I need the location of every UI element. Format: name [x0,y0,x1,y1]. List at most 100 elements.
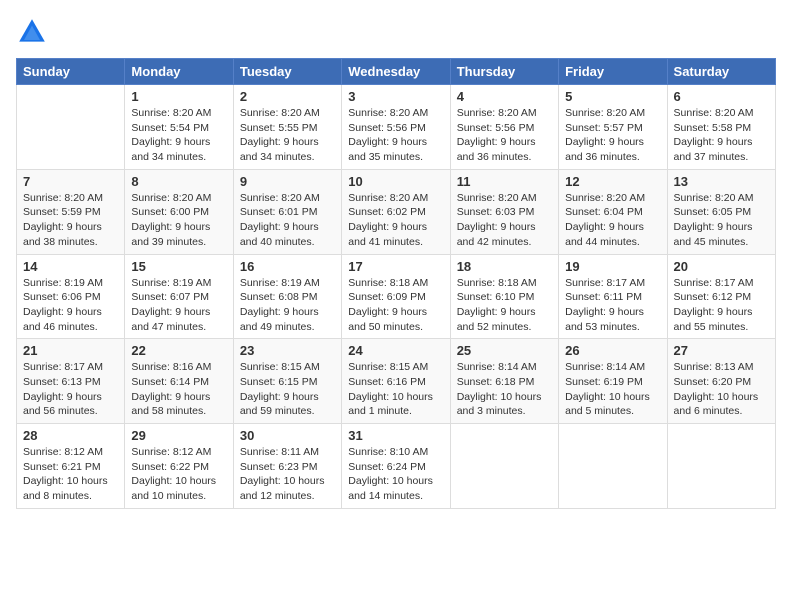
weekday-header-tuesday: Tuesday [233,59,341,85]
day-info: Sunrise: 8:15 AMSunset: 6:16 PMDaylight:… [348,360,443,419]
day-info: Sunrise: 8:20 AMSunset: 6:03 PMDaylight:… [457,191,552,250]
calendar-cell [559,424,667,509]
calendar-cell: 4 Sunrise: 8:20 AMSunset: 5:56 PMDaylight… [450,85,558,170]
day-info: Sunrise: 8:17 AMSunset: 6:11 PMDaylight:… [565,276,660,335]
calendar-cell: 5Sunrise: 8:20 AMSunset: 5:57 PMDaylight… [559,85,667,170]
calendar-table: SundayMondayTuesdayWednesdayThursdayFrid… [16,58,776,509]
day-number: 12 [565,174,660,189]
day-info: Sunrise: 8:19 AMSunset: 6:06 PMDaylight:… [23,276,118,335]
week-row-5: 28 Sunrise: 8:12 AMSunset: 6:21 PMDayligh… [17,424,776,509]
day-info: Sunrise: 8:12 AMSunset: 6:22 PMDaylight:… [131,445,226,504]
day-number: 26 [565,343,660,358]
calendar-cell: 19 Sunrise: 8:17 AMSunset: 6:11 PMDayligh… [559,254,667,339]
calendar-cell [17,85,125,170]
day-info: Sunrise: 8:13 AMSunset: 6:20 PMDaylight:… [674,360,769,419]
day-info: Sunrise: 8:20 AMSunset: 6:04 PMDaylight:… [565,191,660,250]
weekday-header-thursday: Thursday [450,59,558,85]
day-info: Sunrise: 8:20 AMSunset: 5:55 PMDaylight:… [240,106,335,165]
calendar-cell: 3 Sunrise: 8:20 AMSunset: 5:56 PMDaylight… [342,85,450,170]
day-number: 7 [23,174,118,189]
day-info: Sunrise: 8:10 AMSunset: 6:24 PMDaylight:… [348,445,443,504]
day-number: 4 [457,89,552,104]
day-number: 16 [240,259,335,274]
day-number: 24 [348,343,443,358]
calendar-cell: 22Sunrise: 8:16 AMSunset: 6:14 PMDayligh… [125,339,233,424]
calendar-cell: 6Sunrise: 8:20 AMSunset: 5:58 PMDaylight… [667,85,775,170]
day-number: 3 [348,89,443,104]
calendar-cell: 14Sunrise: 8:19 AMSunset: 6:06 PMDayligh… [17,254,125,339]
calendar-cell: 27 Sunrise: 8:13 AMSunset: 6:20 PMDayligh… [667,339,775,424]
calendar-cell: 20 Sunrise: 8:17 AMSunset: 6:12 PMDayligh… [667,254,775,339]
calendar-cell: 24 Sunrise: 8:15 AMSunset: 6:16 PMDayligh… [342,339,450,424]
logo-icon [16,16,48,48]
calendar-cell [667,424,775,509]
calendar-cell: 10Sunrise: 8:20 AMSunset: 6:02 PMDayligh… [342,169,450,254]
calendar-cell: 7 Sunrise: 8:20 AMSunset: 5:59 PMDaylight… [17,169,125,254]
week-row-4: 21 Sunrise: 8:17 AMSunset: 6:13 PMDayligh… [17,339,776,424]
day-info: Sunrise: 8:16 AMSunset: 6:14 PMDaylight:… [131,360,226,419]
day-number: 13 [674,174,769,189]
calendar-cell: 29 Sunrise: 8:12 AMSunset: 6:22 PMDayligh… [125,424,233,509]
day-number: 17 [348,259,443,274]
weekday-header-saturday: Saturday [667,59,775,85]
day-info: Sunrise: 8:20 AMSunset: 5:56 PMDaylight:… [348,106,443,165]
day-number: 23 [240,343,335,358]
day-info: Sunrise: 8:15 AMSunset: 6:15 PMDaylight:… [240,360,335,419]
day-number: 28 [23,428,118,443]
day-info: Sunrise: 8:14 AMSunset: 6:19 PMDaylight:… [565,360,660,419]
day-number: 29 [131,428,226,443]
calendar-cell: 23 Sunrise: 8:15 AMSunset: 6:15 PMDayligh… [233,339,341,424]
day-number: 18 [457,259,552,274]
calendar-cell: 28 Sunrise: 8:12 AMSunset: 6:21 PMDayligh… [17,424,125,509]
logo [16,16,52,48]
calendar-cell: 11 Sunrise: 8:20 AMSunset: 6:03 PMDayligh… [450,169,558,254]
day-number: 8 [131,174,226,189]
week-row-2: 7 Sunrise: 8:20 AMSunset: 5:59 PMDaylight… [17,169,776,254]
calendar-cell: 30 Sunrise: 8:11 AMSunset: 6:23 PMDayligh… [233,424,341,509]
calendar-cell: 8 Sunrise: 8:20 AMSunset: 6:00 PMDaylight… [125,169,233,254]
day-info: Sunrise: 8:11 AMSunset: 6:23 PMDaylight:… [240,445,335,504]
day-number: 31 [348,428,443,443]
calendar-cell: 31 Sunrise: 8:10 AMSunset: 6:24 PMDayligh… [342,424,450,509]
calendar-cell: 18 Sunrise: 8:18 AMSunset: 6:10 PMDayligh… [450,254,558,339]
day-info: Sunrise: 8:18 AMSunset: 6:10 PMDaylight:… [457,276,552,335]
week-row-3: 14Sunrise: 8:19 AMSunset: 6:06 PMDayligh… [17,254,776,339]
week-row-1: 1 Sunrise: 8:20 AMSunset: 5:54 PMDaylight… [17,85,776,170]
day-number: 2 [240,89,335,104]
day-number: 19 [565,259,660,274]
day-info: Sunrise: 8:17 AMSunset: 6:13 PMDaylight:… [23,360,118,419]
weekday-header-sunday: Sunday [17,59,125,85]
day-info: Sunrise: 8:19 AMSunset: 6:07 PMDaylight:… [131,276,226,335]
day-number: 27 [674,343,769,358]
day-number: 1 [131,89,226,104]
day-number: 25 [457,343,552,358]
day-info: Sunrise: 8:17 AMSunset: 6:12 PMDaylight:… [674,276,769,335]
day-info: Sunrise: 8:20 AMSunset: 6:05 PMDaylight:… [674,191,769,250]
calendar-cell: 17 Sunrise: 8:18 AMSunset: 6:09 PMDayligh… [342,254,450,339]
day-number: 21 [23,343,118,358]
day-info: Sunrise: 8:20 AMSunset: 5:54 PMDaylight:… [131,106,226,165]
weekday-header-wednesday: Wednesday [342,59,450,85]
calendar-cell: 26 Sunrise: 8:14 AMSunset: 6:19 PMDayligh… [559,339,667,424]
day-number: 11 [457,174,552,189]
day-number: 20 [674,259,769,274]
calendar-cell: 16 Sunrise: 8:19 AMSunset: 6:08 PMDayligh… [233,254,341,339]
day-number: 15 [131,259,226,274]
calendar-cell: 21 Sunrise: 8:17 AMSunset: 6:13 PMDayligh… [17,339,125,424]
day-info: Sunrise: 8:20 AMSunset: 6:01 PMDaylight:… [240,191,335,250]
day-info: Sunrise: 8:14 AMSunset: 6:18 PMDaylight:… [457,360,552,419]
day-info: Sunrise: 8:20 AMSunset: 5:59 PMDaylight:… [23,191,118,250]
day-number: 10 [348,174,443,189]
day-number: 30 [240,428,335,443]
weekday-header-row: SundayMondayTuesdayWednesdayThursdayFrid… [17,59,776,85]
day-info: Sunrise: 8:18 AMSunset: 6:09 PMDaylight:… [348,276,443,335]
day-info: Sunrise: 8:20 AMSunset: 5:56 PMDaylight:… [457,106,552,165]
day-info: Sunrise: 8:19 AMSunset: 6:08 PMDaylight:… [240,276,335,335]
day-number: 5 [565,89,660,104]
day-info: Sunrise: 8:12 AMSunset: 6:21 PMDaylight:… [23,445,118,504]
calendar-cell [450,424,558,509]
calendar-cell: 25 Sunrise: 8:14 AMSunset: 6:18 PMDayligh… [450,339,558,424]
day-info: Sunrise: 8:20 AMSunset: 5:58 PMDaylight:… [674,106,769,165]
day-info: Sunrise: 8:20 AMSunset: 6:00 PMDaylight:… [131,191,226,250]
calendar-cell: 13 Sunrise: 8:20 AMSunset: 6:05 PMDayligh… [667,169,775,254]
